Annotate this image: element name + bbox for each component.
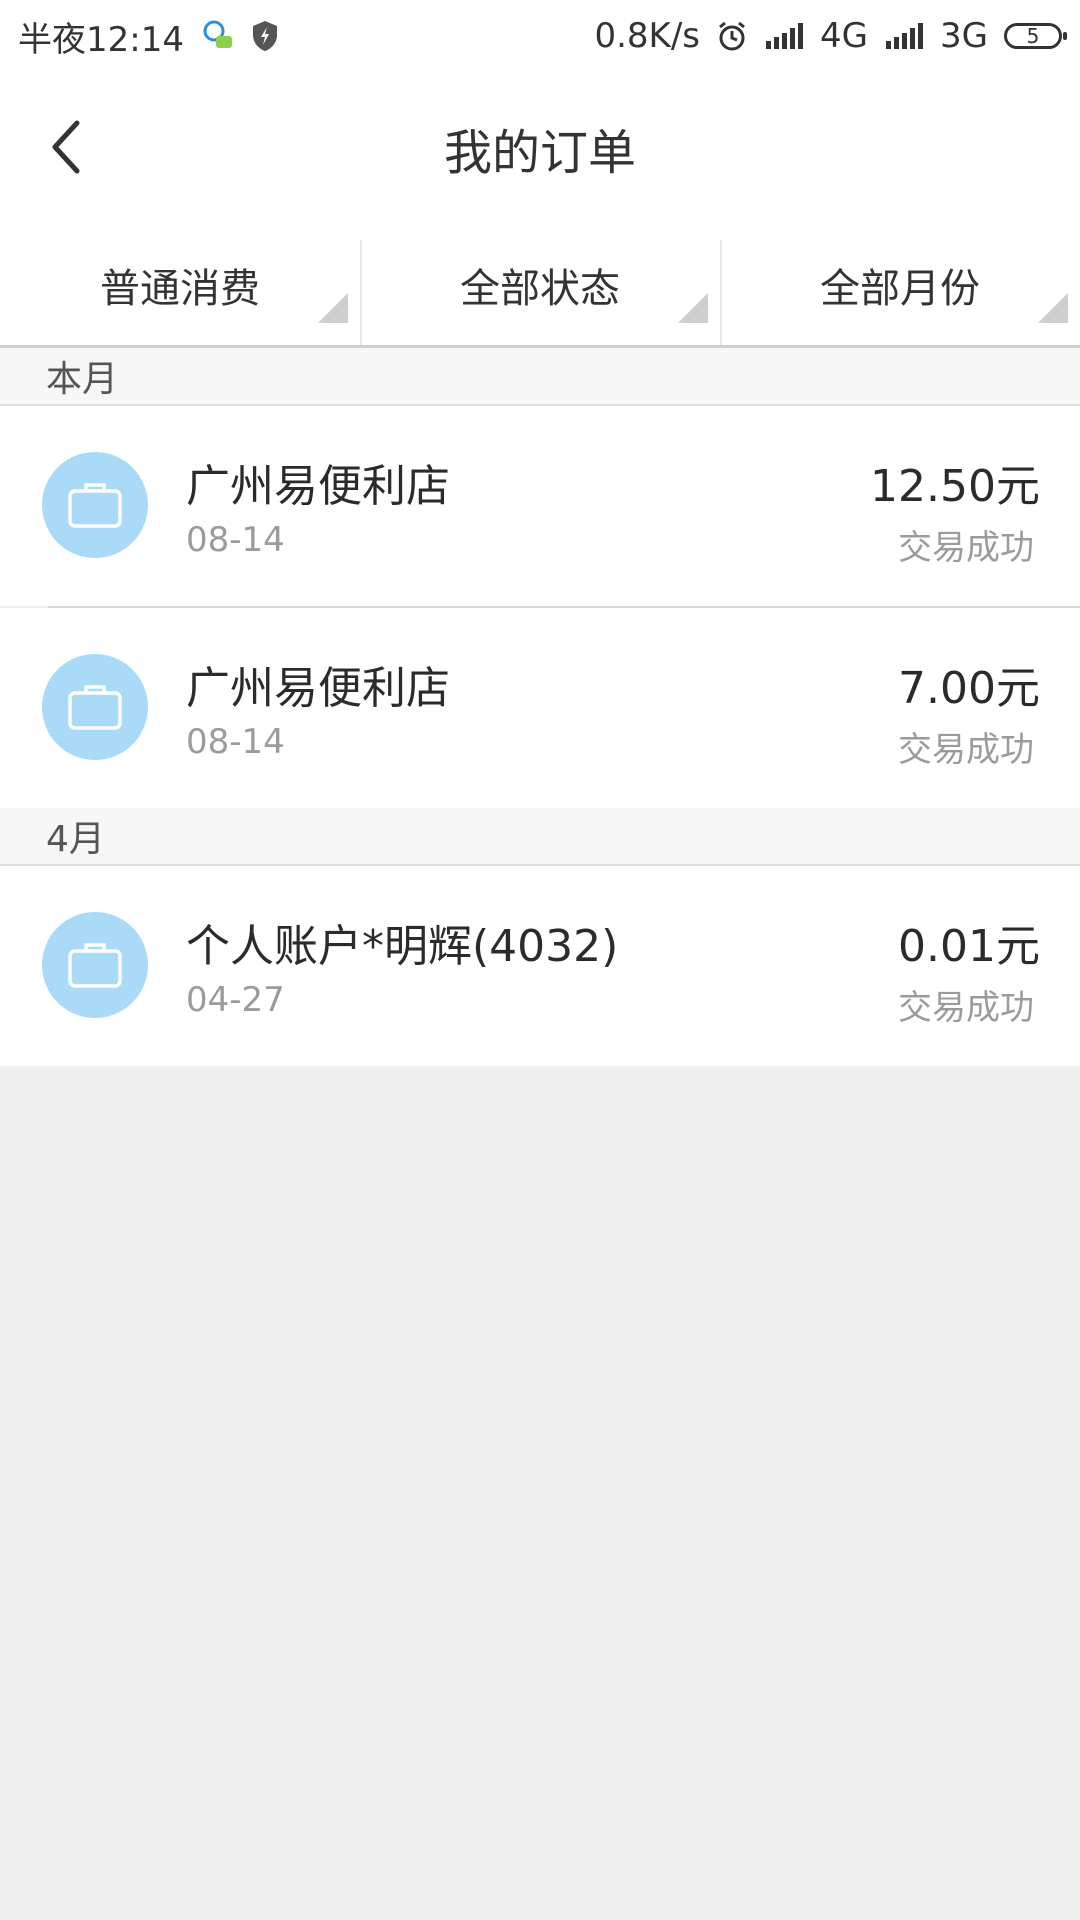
status-bar: 半夜12:14 0.8K/s 4G 3G 5 bbox=[0, 0, 1080, 72]
order-date: 08-14 bbox=[186, 520, 285, 560]
dropdown-corner-icon bbox=[318, 293, 348, 323]
alarm-icon bbox=[716, 20, 748, 52]
order-avatar bbox=[42, 912, 148, 1018]
dropdown-corner-icon bbox=[1038, 293, 1068, 323]
order-merchant: 广州易便利店 bbox=[186, 461, 450, 512]
shield-icon bbox=[250, 19, 280, 53]
order-amount: 12.50元 bbox=[870, 461, 1040, 512]
dropdown-corner-icon bbox=[678, 293, 708, 323]
battery-level: 5 bbox=[1026, 24, 1040, 48]
network-speed: 0.8K/s bbox=[594, 16, 701, 56]
order-merchant: 个人账户*明辉(4032) bbox=[186, 921, 619, 972]
order-status: 交易成功 bbox=[898, 988, 1034, 1028]
filter-bar: 普通消费 全部状态 全部月份 bbox=[0, 224, 1080, 348]
order-amount: 0.01元 bbox=[898, 921, 1040, 972]
filter-label: 普通消费 bbox=[100, 265, 260, 312]
filter-month[interactable]: 全部月份 bbox=[720, 224, 1080, 345]
status-time: 半夜12:14 bbox=[18, 19, 184, 60]
order-avatar bbox=[42, 654, 148, 760]
filter-status[interactable]: 全部状态 bbox=[360, 224, 720, 345]
order-status: 交易成功 bbox=[898, 528, 1034, 568]
filter-label: 全部月份 bbox=[820, 265, 980, 312]
filter-label: 全部状态 bbox=[460, 265, 620, 312]
order-avatar bbox=[42, 452, 148, 558]
battery-icon: 5 bbox=[1004, 23, 1067, 49]
order-row[interactable]: 广州易便利店 08-14 12.50元 交易成功 bbox=[0, 406, 1080, 606]
page-title: 我的订单 bbox=[443, 125, 636, 181]
filter-consumption-type[interactable]: 普通消费 bbox=[0, 224, 360, 345]
bag-icon bbox=[68, 685, 122, 730]
network-type-2: 3G bbox=[940, 16, 988, 56]
qq-icon bbox=[200, 19, 234, 53]
section-header: 本月 bbox=[0, 348, 1080, 406]
network-type-1: 4G bbox=[820, 16, 869, 56]
order-date: 04-27 bbox=[186, 980, 285, 1020]
order-merchant: 广州易便利店 bbox=[186, 663, 450, 714]
signal-icon bbox=[884, 23, 924, 49]
section-header: 4月 bbox=[0, 808, 1080, 866]
app-bar: 我的订单 bbox=[0, 72, 1080, 224]
bag-icon bbox=[68, 483, 122, 528]
order-row[interactable]: 个人账户*明辉(4032) 04-27 0.01元 交易成功 bbox=[0, 866, 1080, 1066]
signal-icon bbox=[764, 23, 804, 49]
back-button[interactable] bbox=[30, 112, 100, 182]
order-date: 08-14 bbox=[186, 722, 285, 762]
bag-icon bbox=[68, 943, 122, 988]
chevron-left-icon bbox=[52, 120, 80, 174]
order-amount: 7.00元 bbox=[898, 663, 1040, 714]
order-status: 交易成功 bbox=[898, 730, 1034, 770]
order-row[interactable]: 广州易便利店 08-14 7.00元 交易成功 bbox=[0, 608, 1080, 808]
